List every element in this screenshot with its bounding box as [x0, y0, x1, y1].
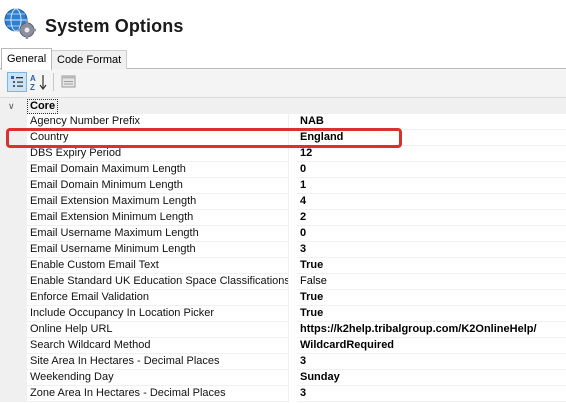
row-margin: [0, 194, 27, 210]
chevron-down-icon[interactable]: ∨: [8, 100, 18, 112]
tab-general[interactable]: General: [1, 48, 53, 70]
row-margin: [0, 210, 27, 226]
row-margin: [0, 322, 27, 338]
row-margin: [0, 370, 27, 386]
row-margin: [0, 226, 27, 242]
property-name[interactable]: Include Occupancy In Location Picker: [27, 306, 289, 322]
row-margin: [0, 338, 27, 354]
property-row[interactable]: Weekending Day Sunday: [0, 370, 566, 386]
property-row[interactable]: Enforce Email Validation True: [0, 290, 566, 306]
property-value[interactable]: 4: [297, 194, 566, 210]
property-row[interactable]: Zone Area In Hectares - Decimal Places 3: [0, 386, 566, 402]
property-name[interactable]: Online Help URL: [27, 322, 289, 338]
property-value[interactable]: True: [297, 258, 566, 274]
property-row[interactable]: Email Domain Minimum Length 1: [0, 178, 566, 194]
property-row[interactable]: Email Username Minimum Length 3: [0, 242, 566, 258]
property-value[interactable]: False: [297, 274, 566, 290]
alphabetical-sort-button[interactable]: A Z: [29, 72, 49, 92]
row-margin: [0, 146, 27, 162]
row-margin: [0, 162, 27, 178]
property-name[interactable]: Site Area In Hectares - Decimal Places: [27, 354, 289, 370]
property-value[interactable]: True: [297, 290, 566, 306]
property-name[interactable]: Weekending Day: [27, 370, 289, 386]
property-value[interactable]: 3: [297, 386, 566, 402]
property-name[interactable]: Zone Area In Hectares - Decimal Places: [27, 386, 289, 402]
property-row[interactable]: Online Help URL https://k2help.tribalgrou…: [0, 322, 566, 338]
gear-globe-icon: [3, 6, 37, 40]
property-pages-button[interactable]: [59, 72, 79, 92]
property-row[interactable]: Include Occupancy In Location Picker True: [0, 306, 566, 322]
property-row[interactable]: Email Extension Minimum Length 2: [0, 210, 566, 226]
property-value[interactable]: WildcardRequired: [297, 338, 566, 354]
property-row[interactable]: Enable Custom Email Text True: [0, 258, 566, 274]
sort-az-icon: A Z: [29, 74, 49, 95]
row-margin: [0, 242, 27, 258]
property-value[interactable]: 3: [297, 242, 566, 258]
property-name[interactable]: Email Domain Minimum Length: [27, 178, 289, 194]
property-value[interactable]: 1: [297, 178, 566, 194]
property-value[interactable]: 12: [297, 146, 566, 162]
property-row[interactable]: Site Area In Hectares - Decimal Places 3: [0, 354, 566, 370]
property-name[interactable]: Email Domain Maximum Length: [27, 162, 289, 178]
property-value[interactable]: True: [297, 306, 566, 322]
category-label: Core: [27, 99, 59, 114]
property-grid-toolbar: A Z: [0, 69, 566, 98]
property-name[interactable]: Email Extension Maximum Length: [27, 194, 289, 210]
property-row[interactable]: Email Username Maximum Length 0: [0, 226, 566, 242]
tab-code-format[interactable]: Code Format: [51, 50, 128, 69]
property-row[interactable]: Email Extension Maximum Length 4: [0, 194, 566, 210]
categorized-view-button[interactable]: [7, 72, 27, 92]
categorized-icon: [8, 76, 26, 94]
highlight-box: [6, 128, 402, 148]
property-row[interactable]: Search Wildcard Method WildcardRequired: [0, 338, 566, 354]
property-row[interactable]: DBS Expiry Period 12: [0, 146, 566, 162]
category-core[interactable]: ∨ Core: [0, 98, 566, 114]
property-value[interactable]: https://k2help.tribalgroup.com/K2OnlineH…: [297, 322, 566, 338]
property-name[interactable]: Enable Standard UK Education Space Class…: [27, 274, 289, 290]
property-row[interactable]: Enable Standard UK Education Space Class…: [0, 274, 566, 290]
row-margin: [0, 258, 27, 274]
property-value[interactable]: 0: [297, 162, 566, 178]
row-margin: [0, 274, 27, 290]
property-name[interactable]: Search Wildcard Method: [27, 338, 289, 354]
toolbar-separator: [53, 73, 54, 91]
property-value[interactable]: Sunday: [297, 370, 566, 386]
property-name[interactable]: Enforce Email Validation: [27, 290, 289, 306]
property-name[interactable]: DBS Expiry Period: [27, 146, 289, 162]
svg-text:Z: Z: [30, 83, 35, 92]
property-row[interactable]: Email Domain Maximum Length 0: [0, 162, 566, 178]
row-margin: [0, 354, 27, 370]
row-margin: [0, 306, 27, 322]
property-name[interactable]: Email Username Minimum Length: [27, 242, 289, 258]
property-name[interactable]: Enable Custom Email Text: [27, 258, 289, 274]
window-header: System Options: [0, 0, 566, 50]
property-value[interactable]: 0: [297, 226, 566, 242]
property-value[interactable]: 2: [297, 210, 566, 226]
row-margin: [0, 178, 27, 194]
svg-text:A: A: [30, 74, 36, 83]
page-title: System Options: [45, 16, 184, 36]
row-margin: [0, 290, 27, 306]
property-name[interactable]: Email Extension Minimum Length: [27, 210, 289, 226]
property-value[interactable]: 3: [297, 354, 566, 370]
property-pages-icon: [59, 75, 79, 95]
row-margin: [0, 386, 27, 402]
property-name[interactable]: Email Username Maximum Length: [27, 226, 289, 242]
